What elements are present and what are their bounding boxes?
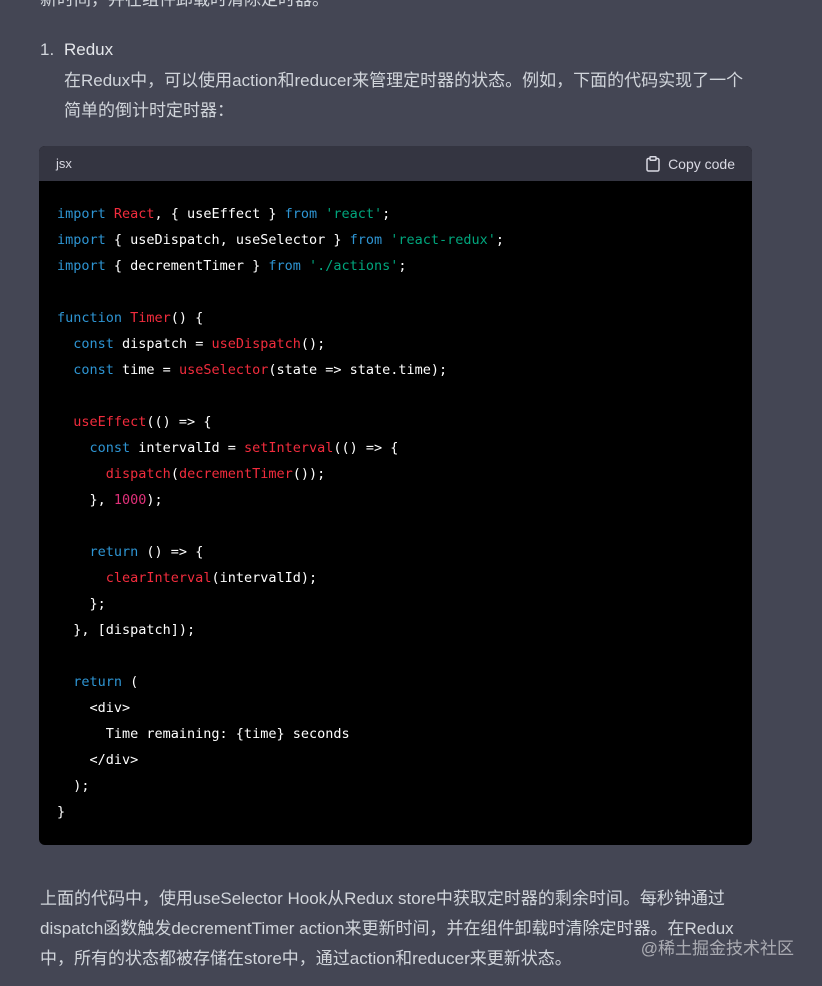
code-token: () { [170,310,204,326]
code-line: ); [57,773,752,799]
code-token: const [73,362,123,378]
code-token: dispatch = [122,336,212,352]
code-token: useDispatch [211,336,301,352]
code-token: } [57,804,66,820]
code-token: import [57,206,114,222]
code-token: from [268,258,309,274]
code-line: import { decrementTimer } from './action… [57,253,752,279]
code-token: , { useEffect } [154,206,285,222]
code-token: (() => { [146,414,212,430]
code-line: }; [57,591,752,617]
code-token: function [57,310,131,326]
code-token: 'react' [325,206,383,222]
code-line: import { useDispatch, useSelector } from… [57,227,752,253]
code-token: ()); [292,466,326,482]
list-number: 1. [40,40,55,59]
code-line: dispatch(decrementTimer()); [57,461,752,487]
code-line: clearInterval(intervalId); [57,565,752,591]
code-token: useEffect [73,414,147,430]
code-token: }, [57,492,114,508]
clipboard-icon [646,155,660,172]
code-token: ; [495,232,505,248]
code-token: ; [382,206,391,222]
code-token: React [113,206,155,222]
code-token: from [349,232,391,248]
code-line: function Timer() { [57,305,752,331]
list-item-title: Redux [64,40,114,59]
copy-code-label: Copy code [668,155,735,172]
code-token: return [73,674,131,690]
code-token: setInterval [243,440,334,456]
code-token: </div> [57,752,139,768]
code-token: ; [398,258,407,274]
code-language-label: jsx [56,156,72,171]
code-token: ( [130,674,139,690]
code-token: Time remaining: {time} seconds [57,726,350,742]
code-line: </div> [57,747,752,773]
code-token: return [89,544,147,560]
code-token: 1000 [113,492,147,508]
code-token: ); [146,492,163,508]
code-token: const [73,336,123,352]
code-token: Timer [130,310,171,326]
code-line: }, [dispatch]); [57,617,752,643]
code-token: (() => { [333,440,399,456]
code-line: useEffect(() => { [57,409,752,435]
code-token: time = [122,362,179,378]
code-line: }, 1000); [57,487,752,513]
code-token: useSelector [178,362,269,378]
code-token: ); [57,778,90,794]
code-token: clearInterval [105,570,212,586]
watermark-text: @稀土掘金技术社区 [640,939,794,958]
code-token: const [89,440,139,456]
code-token: decrementTimer [178,466,293,482]
code-line: const intervalId = setInterval(() => { [57,435,752,461]
code-line: Time remaining: {time} seconds [57,721,752,747]
code-token: }; [57,596,106,612]
code-token: './actions' [308,258,399,274]
code-token: from [284,206,326,222]
code-token: (intervalId); [211,570,318,586]
code-token: 'react-redux' [390,232,496,248]
code-line: return ( [57,669,752,695]
code-token: (state => state.time); [268,362,448,378]
code-line: const time = useSelector(state => state.… [57,357,752,383]
code-token: intervalId = [138,440,244,456]
code-token: <div> [57,700,131,716]
code-token: () => { [146,544,204,560]
code-line: <div> [57,695,752,721]
code-line: import React, { useEffect } from 'react'… [57,201,752,227]
code-token: }, [dispatch]); [57,622,196,638]
list-item-body: Redux 在Redux中，可以使用action和reducer来管理定时器的状… [64,36,754,126]
code-line: const dispatch = useDispatch(); [57,331,752,357]
explanation-paragraph: 上面的代码中，使用useSelector Hook从Redux store中获取… [40,889,734,968]
code-token: ( [170,466,179,482]
copy-code-button[interactable]: Copy code [646,156,735,172]
code-token: (); [300,336,326,352]
code-token: import [57,258,114,274]
code-block: jsx Copy code import React, { useEffect … [39,146,752,845]
code-token: import [57,232,114,248]
code-line: return () => { [57,539,752,565]
code-line: } [57,799,752,825]
previous-text-fragment: 新时间，并在组件卸载时清除定时器。 [40,0,329,14]
code-token: dispatch [105,466,171,482]
code-token: { decrementTimer } [113,258,269,274]
code-token: { useDispatch, useSelector } [113,232,350,248]
list-item-text: 在Redux中，可以使用action和reducer来管理定时器的状态。例如，下… [64,71,744,120]
code-content: import React, { useEffect } from 'react'… [39,181,752,825]
code-header: jsx Copy code [39,146,752,181]
